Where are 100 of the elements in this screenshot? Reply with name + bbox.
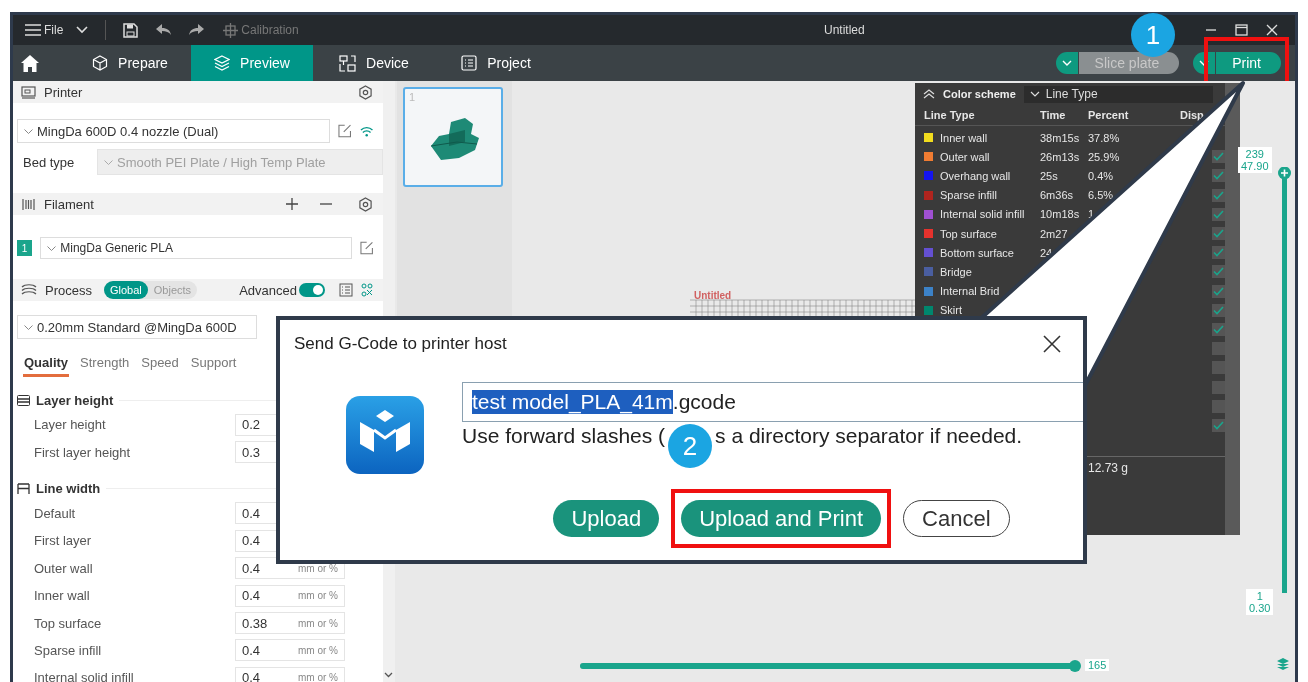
print-button[interactable]: Print: [1216, 52, 1281, 74]
settings-tab[interactable]: Support: [189, 353, 238, 377]
display-checkbox[interactable]: [1212, 207, 1225, 221]
wifi-icon[interactable]: [359, 125, 373, 137]
advanced-label: Advanced: [239, 282, 297, 298]
edit-icon[interactable]: [359, 241, 373, 255]
layers-icon[interactable]: [1277, 658, 1289, 670]
cube-icon: [92, 55, 109, 71]
edit-icon[interactable]: [338, 124, 352, 138]
device-icon: [339, 54, 357, 72]
redo-icon[interactable]: [189, 24, 205, 36]
process-select[interactable]: 0.20mm Standard @MingDa 600D: [17, 315, 257, 339]
display-checkbox[interactable]: [1212, 418, 1225, 432]
column-header: Line Type: [924, 109, 976, 121]
display-checkbox[interactable]: [1212, 322, 1225, 336]
caret-down-icon: [1029, 91, 1040, 97]
layer-slider[interactable]: [1278, 167, 1291, 593]
filament-select[interactable]: MingDa Generic PLA: [40, 237, 352, 259]
display-checkbox[interactable]: [1212, 342, 1225, 356]
display-checkbox[interactable]: [1212, 399, 1225, 413]
plus-icon[interactable]: [286, 198, 298, 210]
display-checkbox[interactable]: [1212, 265, 1225, 279]
caret-down-icon: [104, 159, 113, 165]
settings-icon[interactable]: [358, 84, 373, 100]
file-menu-button[interactable]: File: [21, 23, 68, 37]
setting-field[interactable]: 0.4 mm or %: [235, 639, 345, 662]
settings-tab[interactable]: Strength: [79, 353, 131, 377]
maximize-icon[interactable]: [1235, 24, 1248, 36]
column-header: Disp: [1180, 109, 1204, 121]
setting-label: Top surface: [34, 615, 103, 631]
menu-icon: [25, 24, 41, 36]
time-value: 2m27: [1040, 227, 1068, 240]
hint-text: Use forward slashes (: [462, 424, 666, 448]
time-value: 25s: [1040, 169, 1058, 182]
section-title: Process: [45, 282, 92, 298]
home-icon[interactable]: [21, 54, 39, 72]
main-tab[interactable]: Project: [435, 45, 557, 81]
line-type-name: Overhang wall: [940, 169, 1011, 182]
setting-label: First layer: [34, 533, 93, 549]
main-tab[interactable]: Prepare: [69, 45, 191, 81]
settings-tab[interactable]: Quality: [23, 353, 70, 377]
filename-field[interactable]: test model_PLA_41m.gcode: [462, 382, 1083, 422]
display-checkbox[interactable]: [1212, 150, 1225, 164]
scope-option[interactable]: Global: [103, 281, 148, 299]
list-icon: [461, 55, 478, 71]
bed-name: Untitled: [694, 290, 732, 301]
printer-icon: [21, 85, 36, 99]
cancel-button[interactable]: Cancel: [903, 500, 1010, 537]
setting-label: Default: [34, 505, 77, 521]
setting-label: Inner wall: [34, 588, 91, 604]
line-type-name: Top surface: [940, 227, 997, 240]
setting-field[interactable]: 0.38 mm or %: [235, 612, 345, 635]
display-checkbox[interactable]: [1212, 284, 1225, 298]
line-width-icon: [17, 483, 30, 495]
settings-tab[interactable]: Speed: [140, 353, 180, 377]
section-title: Filament: [44, 196, 94, 212]
line-type-name: Internal Brid: [940, 285, 1000, 298]
display-checkbox[interactable]: [1212, 227, 1225, 241]
save-icon[interactable]: [123, 22, 139, 38]
caret-down-icon: [24, 128, 33, 134]
upload-button[interactable]: Upload: [553, 500, 660, 537]
nodes-icon[interactable]: [361, 283, 373, 297]
setting-field[interactable]: 0.4 mm or %: [235, 666, 345, 682]
line-type-name: Bridge: [940, 265, 972, 278]
settings-icon[interactable]: [358, 196, 373, 212]
display-checkbox[interactable]: [1212, 303, 1225, 317]
scroll-down-icon[interactable]: [384, 672, 393, 678]
caret-down-icon[interactable]: [76, 26, 89, 34]
setting-label: Layer height: [34, 417, 107, 433]
layer-top-label: 239 47.90: [1238, 147, 1272, 173]
display-checkbox[interactable]: [1212, 246, 1225, 260]
display-checkbox[interactable]: [1212, 361, 1225, 375]
caret-down-icon: [1061, 60, 1072, 66]
color-scheme-select[interactable]: Line Type: [1023, 85, 1213, 103]
panel-title: Color scheme: [943, 88, 1016, 100]
line-type-name: Inner wall: [940, 131, 988, 144]
window-title: Untitled: [824, 23, 865, 37]
display-checkbox[interactable]: [1212, 188, 1225, 202]
layer-bottom-label: 1 0.30: [1246, 589, 1274, 615]
dropdown-button[interactable]: [1055, 52, 1078, 74]
main-tab[interactable]: Preview: [191, 45, 313, 81]
column-header: Percent: [1088, 109, 1130, 121]
advanced-toggle[interactable]: [299, 283, 325, 297]
collapse-icon[interactable]: [923, 89, 935, 99]
crosshair-icon: [223, 22, 239, 38]
main-tab[interactable]: Device: [313, 45, 435, 81]
column-header: Time: [1040, 109, 1067, 121]
line-type-name: Sparse infill: [940, 189, 997, 202]
undo-icon[interactable]: [156, 24, 172, 36]
printer-select[interactable]: MingDa 600D 0.4 nozzle (Dual): [17, 119, 331, 143]
list-icon[interactable]: [339, 283, 353, 297]
layers-icon: [214, 55, 231, 71]
time-value: 38m15s: [1040, 131, 1080, 144]
slider-handle[interactable]: [1069, 660, 1081, 672]
setting-field[interactable]: 0.4 mm or %: [235, 584, 345, 607]
display-checkbox[interactable]: [1212, 380, 1225, 394]
group-title: Line width: [36, 481, 101, 497]
close-icon[interactable]: [1043, 335, 1061, 353]
display-checkbox[interactable]: [1212, 169, 1225, 183]
upload-button[interactable]: Upload and Print: [681, 500, 882, 537]
